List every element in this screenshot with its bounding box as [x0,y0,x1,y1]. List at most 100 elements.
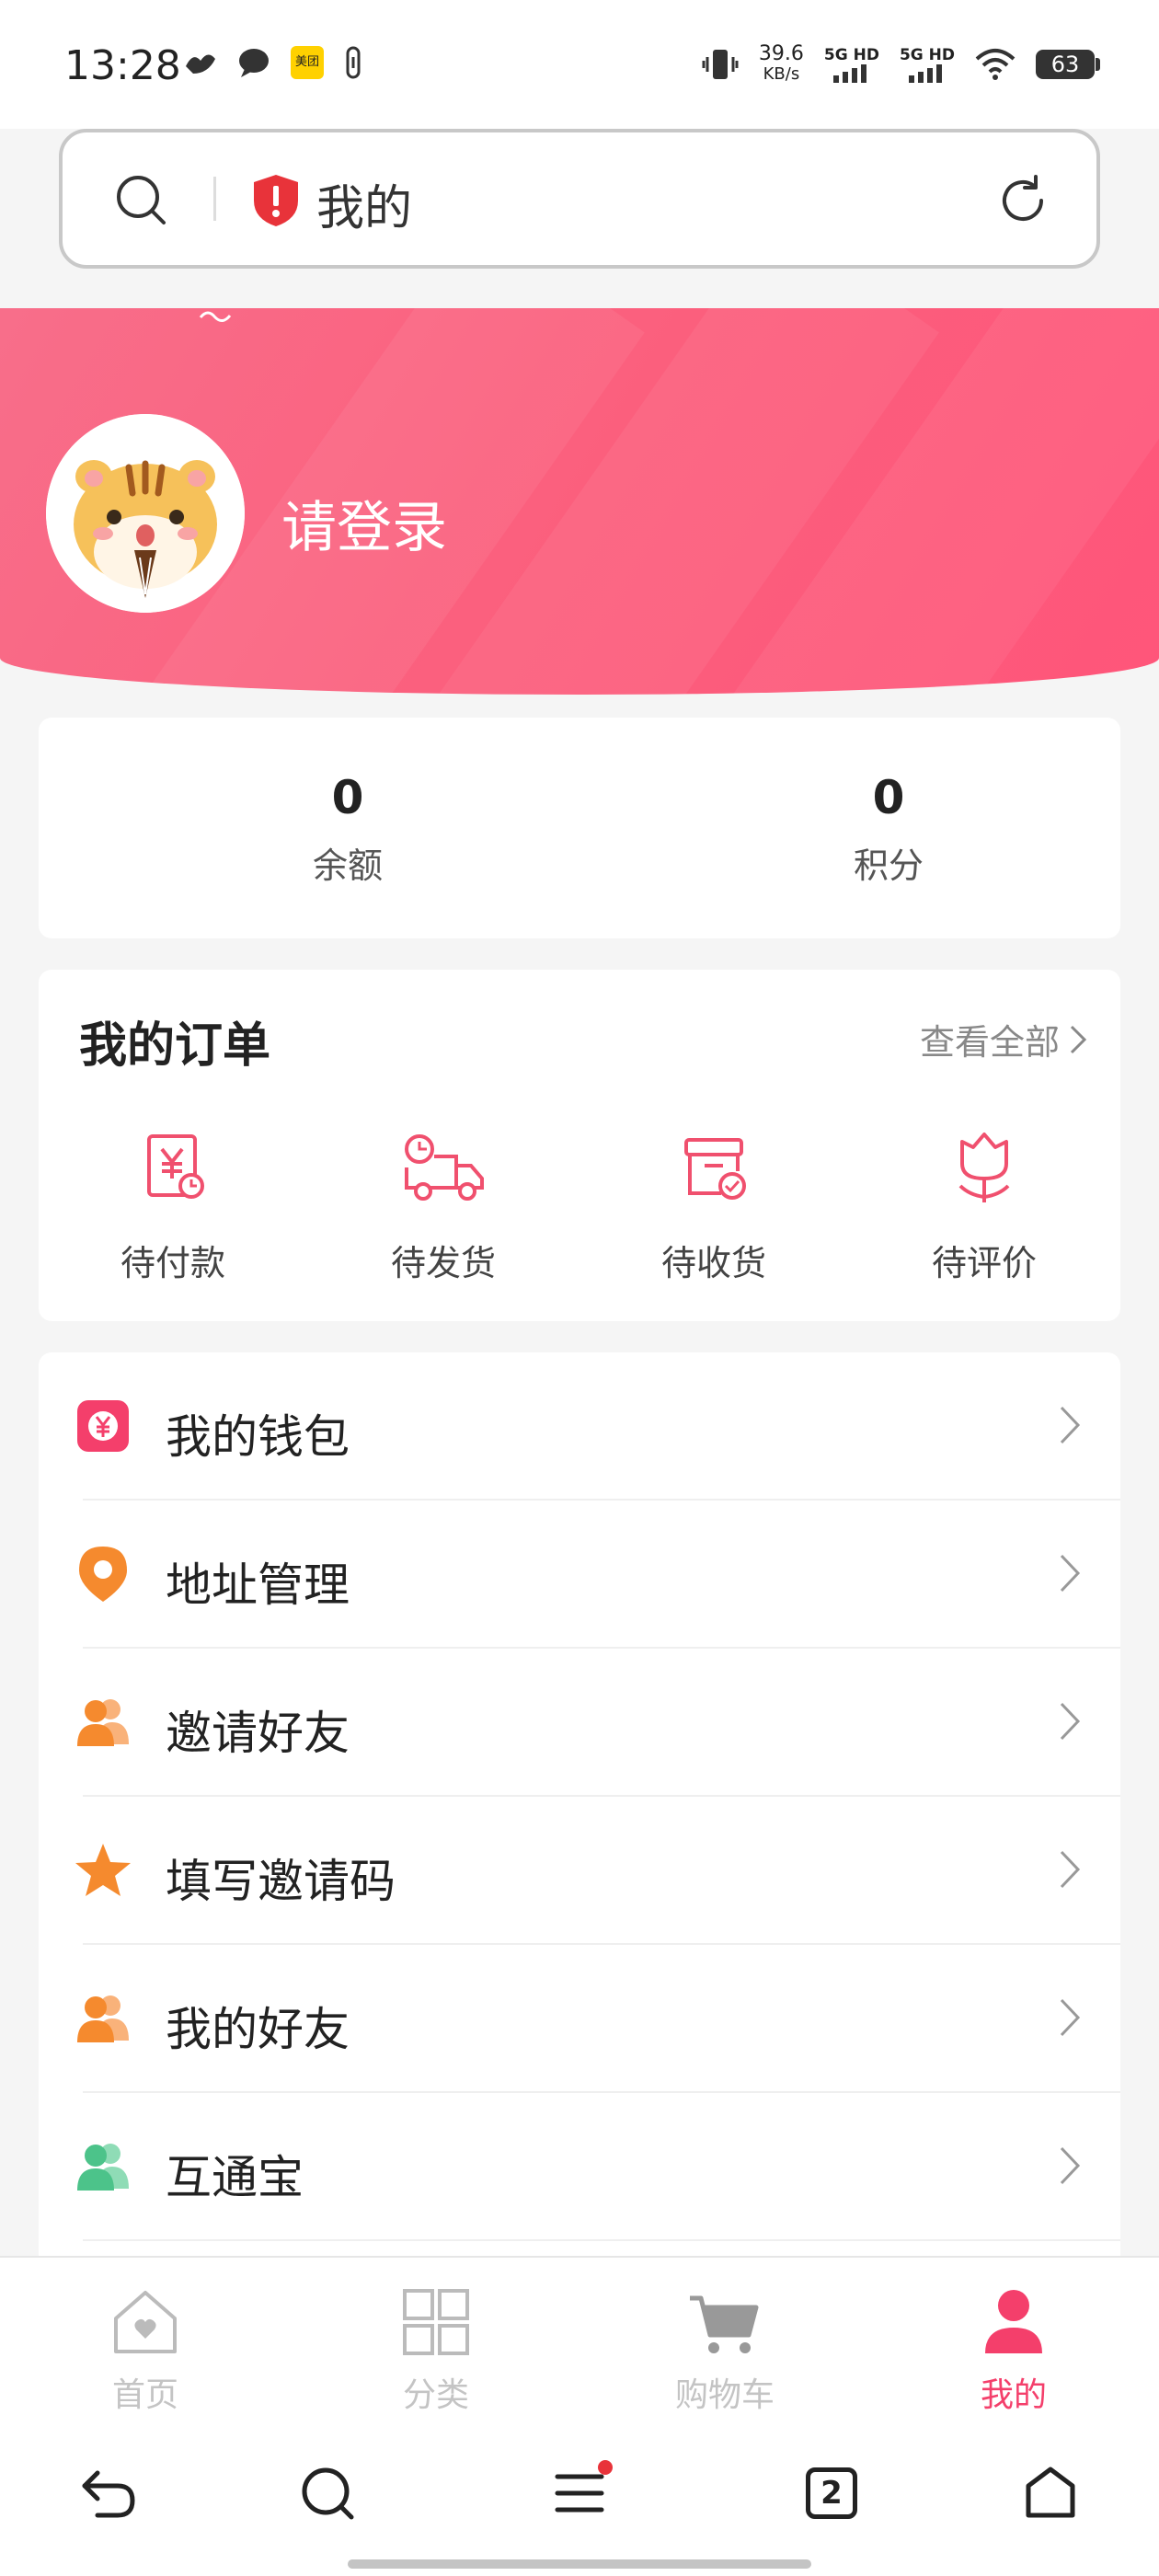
hamster-avatar-icon [46,414,245,613]
view-all-label: 查看全部 [919,1022,1060,1063]
status-notification-icons: 美团 [184,46,362,79]
tab-category[interactable]: 分类 [344,2276,528,2416]
menu-item-invite-code[interactable]: 填写邀请码 [39,1797,1120,1945]
browser-search-button[interactable] [281,2447,373,2539]
star-icon [75,1844,131,1896]
location-pin-icon [79,1547,127,1602]
home-button[interactable] [1004,2447,1096,2539]
home-icon [1026,2467,1075,2518]
page-title: 我的 [316,181,413,236]
menu-item-address[interactable]: 地址管理 [39,1501,1120,1649]
view-all-orders-link[interactable]: 查看全部 [920,1014,1087,1064]
chevron-right-icon [1060,1998,1081,2037]
vibrate-icon [702,50,739,79]
grid-icon [403,2289,469,2355]
person-icon [985,2290,1042,2353]
sim1-signal: 5G HD [824,46,879,83]
chevron-right-icon [1060,1850,1081,1889]
bird-app-icon [186,54,215,74]
order-pending-payment[interactable]: 待付款 [81,1126,265,1285]
order-pending-receipt[interactable]: 待收货 [622,1126,806,1285]
wifi-icon [975,49,1016,80]
signal-icon [832,64,866,83]
chevron-right-icon [1070,1025,1087,1053]
menu-item-invite-friends[interactable]: 邀请好友 [39,1649,1120,1797]
cart-icon [690,2295,759,2353]
orders-card: 我的订单 查看全部 待付款 待发货 待收货 待评价 [39,970,1120,1321]
menu-item-wallet[interactable]: 我的钱包 [39,1352,1120,1501]
tab-cart[interactable]: 购物车 [633,2276,817,2416]
invoice-yen-icon [147,1134,204,1199]
status-right-icons: 39.6 KB/s 5G HD 5G HD 63 [702,42,1100,85]
back-arrow-icon [82,2470,135,2518]
search-icon[interactable] [114,173,169,228]
chevron-right-icon [1060,1406,1081,1444]
menu-item-hutongbao[interactable]: 互通宝 [39,2093,1120,2241]
order-pending-review[interactable]: 待评价 [892,1126,1076,1285]
stat-value: 0 [872,771,905,824]
shield-alert-icon[interactable] [250,173,302,228]
menu-button[interactable] [534,2447,625,2539]
menu-list: 我的钱包 地址管理 邀请好友 填写邀请码 我的好友 互通宝 [39,1352,1120,2272]
order-label: 待付款 [120,1243,225,1283]
tab-home[interactable]: 首页 [53,2276,237,2416]
order-label: 待发货 [390,1243,496,1283]
chevron-right-icon [1060,1554,1081,1593]
order-label: 待评价 [931,1243,1037,1283]
avatar[interactable] [46,414,245,613]
stat-label: 积分 [853,845,924,886]
stat-points[interactable]: 0 积分 [751,771,1027,888]
home-indicator[interactable] [348,2559,811,2569]
refresh-icon[interactable] [995,173,1050,228]
menu-label: 互通宝 [166,2151,304,2204]
menu-label: 邀请好友 [166,1707,350,1760]
orders-title: 我的订单 [79,1018,271,1074]
balance-stats-card: 0 余额 0 积分 [39,718,1120,938]
address-divider [213,177,216,221]
order-pending-shipment[interactable]: 待发货 [351,1126,535,1285]
signal-icon [908,64,942,83]
bottom-tab-bar: 首页 分类 购物车 我的 [0,2256,1159,2414]
browser-navigation-bar: 2 [0,2414,1159,2576]
banner-sparkle [199,311,232,322]
home-heart-icon [114,2291,177,2353]
net-speed-unit: KB/s [763,64,800,84]
chevron-right-icon [1060,1702,1081,1741]
delivery-truck-icon [405,1134,484,1201]
sim2-label: 5G HD [899,46,955,64]
meituan-app-icon: 美团 [291,46,324,79]
menu-lines-icon [555,2474,604,2513]
sim1-label: 5G HD [823,46,879,64]
users-icon [77,1699,129,1746]
stat-label: 余额 [312,845,383,886]
chevron-right-icon [1060,2146,1081,2185]
stat-balance[interactable]: 0 余额 [210,771,486,888]
notification-dot [598,2460,613,2475]
stat-value: 0 [331,771,364,824]
net-speed-value: 39.6 [758,42,804,65]
tab-label: 分类 [402,2376,469,2414]
tab-label: 我的 [980,2376,1047,2414]
menu-label: 我的好友 [166,2003,350,2056]
flower-icon [958,1133,1010,1202]
tabs-switcher-button[interactable]: 2 [786,2447,878,2539]
status-bar: 13:28 美团 39.6 KB/s 5G HD 5G HD 63 [0,0,1159,129]
box-check-icon [684,1138,746,1200]
menu-item-my-friends[interactable]: 我的好友 [39,1945,1120,2093]
back-button[interactable] [63,2447,155,2539]
battery-indicator: 63 [1036,50,1100,79]
login-prompt[interactable]: 请登录 [281,483,447,563]
tab-count: 2 [806,2467,857,2519]
sim2-signal: 5G HD [900,46,955,83]
menu-label: 地址管理 [166,1558,350,1612]
status-time: 13:28 [64,42,181,89]
search-icon [302,2467,354,2520]
tab-label: 首页 [111,2376,178,2414]
users-icon [77,2144,129,2191]
users-icon [77,1995,129,2042]
address-bar[interactable]: 我的 [59,129,1100,269]
menu-label: 填写邀请码 [166,1855,396,1908]
tab-mine[interactable]: 我的 [922,2276,1106,2416]
tab-label: 购物车 [674,2376,775,2414]
wallet-yen-icon [77,1400,129,1452]
